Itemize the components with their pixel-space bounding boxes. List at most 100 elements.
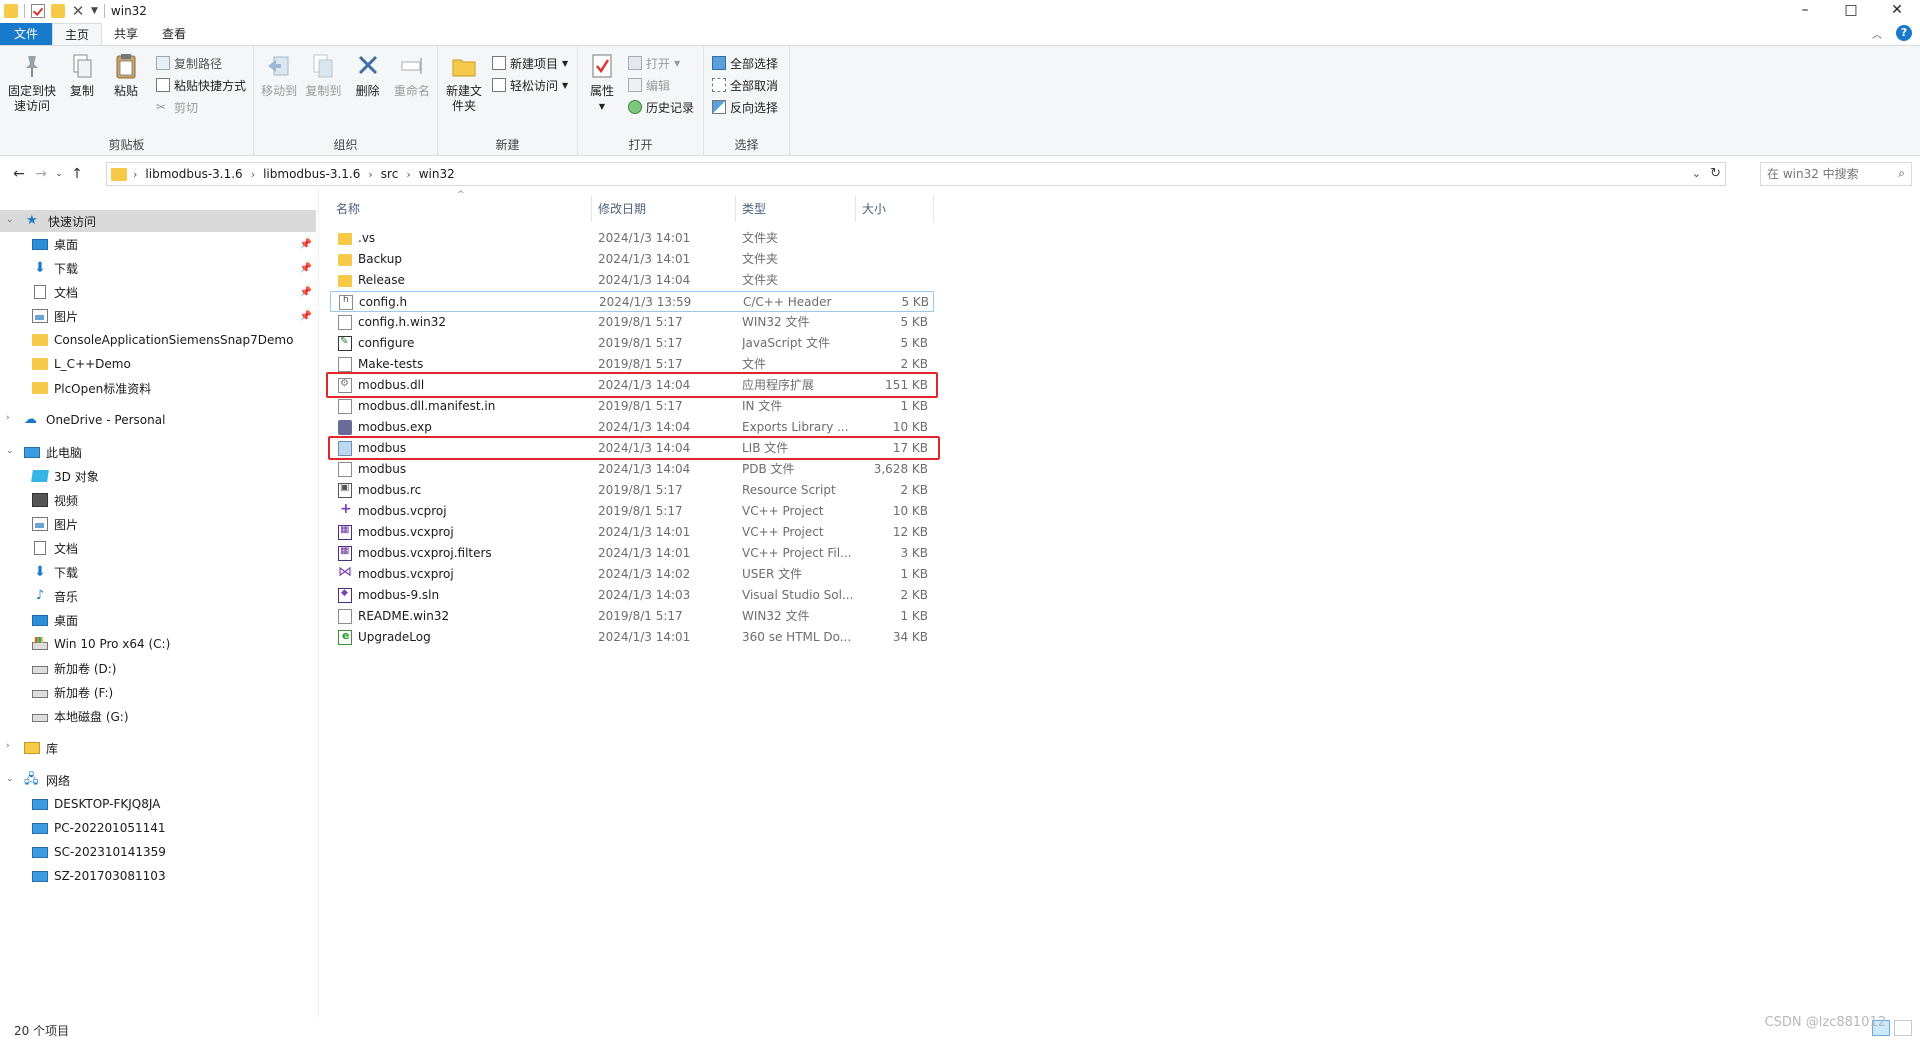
paste-shortcut-button[interactable]: 粘贴快捷方式 [156, 76, 246, 94]
file-row[interactable]: configure 2019/8/1 5:17 JavaScript 文件 5 KB [330, 333, 934, 354]
invert-selection-button[interactable]: 反向选择 [712, 98, 778, 116]
nav-this-pc[interactable]: ⌄ 此电脑 [0, 441, 316, 463]
copy-path-button[interactable]: 复制路径 [156, 54, 246, 72]
nav-item-music[interactable]: ♪ 音乐 [0, 585, 316, 607]
cut-button[interactable]: ✂ 剪切 [156, 98, 246, 116]
file-row[interactable]: .vs 2024/1/3 14:01 文件夹 [330, 228, 934, 249]
file-row[interactable]: modbus.exp 2024/1/3 14:04 Exports Library … [330, 417, 934, 438]
column-header-name[interactable]: 名称 [330, 196, 592, 222]
select-none-button[interactable]: 全部取消 [712, 76, 778, 94]
recent-locations-chevron-icon[interactable]: ⌄ [52, 162, 66, 186]
nav-library[interactable]: › 库 [0, 737, 316, 759]
search-input[interactable] [1767, 167, 1887, 181]
nav-item-desktop[interactable]: 桌面 📌 [0, 233, 316, 255]
nav-item-desktop[interactable]: 桌面 [0, 609, 316, 631]
nav-item-videos[interactable]: 视频 [0, 489, 316, 511]
address-history-chevron-icon[interactable]: ⌄ [1692, 167, 1701, 180]
select-all-button[interactable]: 全部选择 [712, 54, 778, 72]
nav-item-downloads[interactable]: ⬇ 下载 📌 [0, 257, 316, 279]
search-box[interactable]: ⌕ [1760, 162, 1912, 186]
file-row[interactable]: modbus.dll.manifest.in 2019/8/1 5:17 IN 文件… [330, 396, 934, 417]
tab-share[interactable]: 共享 [102, 23, 150, 45]
file-row[interactable]: config.h.win32 2019/8/1 5:17 WIN32 文件 5 KB [330, 312, 934, 333]
breadcrumb-item[interactable]: src [381, 167, 399, 181]
tab-view[interactable]: 查看 [150, 23, 198, 45]
easy-access-button[interactable]: 轻松访问 ▼ [492, 76, 568, 94]
chevron-right-icon[interactable]: › [6, 741, 16, 751]
large-icons-view-icon[interactable] [1894, 1020, 1912, 1036]
nav-item-documents[interactable]: 文档 📌 [0, 281, 316, 303]
open-button[interactable]: 打开 ▼ [628, 54, 694, 72]
nav-item-network-computer[interactable]: SZ-201703081103 [0, 865, 316, 887]
chevron-right-icon[interactable]: › [6, 413, 16, 423]
refresh-icon[interactable]: ↻ [1710, 166, 1721, 181]
edit-button[interactable]: 编辑 [628, 76, 694, 94]
chevron-down-icon[interactable]: ⌄ [6, 446, 16, 456]
chevron-right-icon[interactable]: › [251, 168, 255, 181]
new-item-button[interactable]: 新建项目 ▼ [492, 54, 568, 72]
chevron-down-icon[interactable]: ⌄ [6, 774, 16, 784]
nav-item-network-computer[interactable]: DESKTOP-FKJQ8JA [0, 793, 316, 815]
nav-item-network-computer[interactable]: PC-202201051141 [0, 817, 316, 839]
file-row[interactable]: Make-tests 2019/8/1 5:17 文件 2 KB [330, 354, 934, 375]
file-row[interactable]: modbus 2024/1/3 14:04 PDB 文件 3,628 KB [330, 459, 934, 480]
properties-icon[interactable] [31, 4, 45, 18]
nav-item-pictures[interactable]: 图片 [0, 513, 316, 535]
nav-item-pictures[interactable]: 图片 📌 [0, 305, 316, 327]
nav-item-drive-g[interactable]: 本地磁盘 (G:) [0, 705, 316, 727]
file-row[interactable]: modbus.dll 2024/1/3 14:04 应用程序扩展 151 KB [330, 375, 934, 396]
pane-splitter[interactable] [318, 188, 319, 1018]
file-row[interactable]: modbus.vcproj 2019/8/1 5:17 VC++ Project 10… [330, 501, 934, 522]
file-row[interactable]: config.h 2024/1/3 13:59 C/C++ Header 5 KB [330, 291, 934, 312]
address-bar[interactable]: › libmodbus-3.1.6 › libmodbus-3.1.6 › sr… [106, 162, 1726, 186]
column-header-type[interactable]: 类型 [736, 196, 856, 222]
nav-item-network-computer[interactable]: SC-202310141359 [0, 841, 316, 863]
nav-item-folder[interactable]: L_C++Demo [0, 353, 316, 375]
chevron-right-icon[interactable]: › [406, 168, 410, 181]
collapse-ribbon-icon[interactable]: ︿ [1872, 26, 1882, 41]
file-row[interactable]: modbus 2024/1/3 14:04 LIB 文件 17 KB [330, 438, 934, 459]
file-row[interactable]: UpgradeLog 2024/1/3 14:01 360 se HTML Do..… [330, 627, 934, 648]
delete-icon[interactable]: ✕ [71, 4, 85, 19]
breadcrumb-item[interactable]: libmodbus-3.1.6 [145, 167, 242, 181]
file-row[interactable]: Backup 2024/1/3 14:01 文件夹 [330, 249, 934, 270]
file-row[interactable]: modbus.vcxproj.filters 2024/1/3 14:01 VC++… [330, 543, 934, 564]
nav-quick-access[interactable]: ⌄ ★ 快速访问 [0, 210, 316, 232]
nav-item-drive-f[interactable]: 新加卷 (F:) [0, 681, 316, 703]
chevron-right-icon[interactable]: › [368, 168, 372, 181]
nav-network[interactable]: ⌄ 🖧 网络 [0, 769, 316, 791]
maximize-button[interactable]: □ [1828, 0, 1874, 22]
search-icon[interactable]: ⌕ [1898, 166, 1905, 181]
navigation-pane: ⌄ ★ 快速访问 桌面 📌 ⬇ 下载 📌 文档 📌 图片 📌 ConsoleAp… [0, 208, 318, 1008]
file-row[interactable]: modbus-9.sln 2024/1/3 14:03 Visual Studio … [330, 585, 934, 606]
tab-home[interactable]: 主页 [52, 23, 103, 45]
column-header-date[interactable]: 修改日期 [592, 196, 736, 222]
new-folder-icon[interactable] [51, 4, 65, 18]
nav-item-drive-c[interactable]: Win 10 Pro x64 (C:) [0, 633, 316, 655]
nav-item-documents[interactable]: 文档 [0, 537, 316, 559]
tab-file[interactable]: 文件 [0, 23, 53, 45]
nav-item-folder[interactable]: PlcOpen标准资料 [0, 377, 316, 399]
close-button[interactable]: ✕ [1874, 0, 1920, 22]
file-row[interactable]: modbus.rc 2019/8/1 5:17 Resource Script 2 K… [330, 480, 934, 501]
file-row[interactable]: modbus.vcxproj 2024/1/3 14:01 VC++ Project… [330, 522, 934, 543]
help-icon[interactable]: ? [1896, 25, 1912, 41]
minimize-button[interactable]: – [1782, 0, 1828, 22]
back-button[interactable]: ← [8, 162, 30, 186]
breadcrumb-item[interactable]: win32 [419, 167, 455, 181]
customize-toolbar-chevron-icon[interactable]: ▼ [91, 6, 98, 16]
file-row[interactable]: Release 2024/1/3 14:04 文件夹 [330, 270, 934, 291]
file-row[interactable]: modbus.vcxproj 2024/1/3 14:02 USER 文件 1 KB [330, 564, 934, 585]
column-header-size[interactable]: 大小 [856, 196, 934, 222]
nav-item-3d-objects[interactable]: 3D 对象 [0, 465, 316, 487]
nav-onedrive[interactable]: › ☁ OneDrive - Personal [0, 409, 316, 431]
history-button[interactable]: 历史记录 [628, 98, 694, 116]
up-button[interactable]: ↑ [66, 162, 88, 186]
nav-item-folder[interactable]: ConsoleApplicationSiemensSnap7Demo [0, 329, 316, 351]
forward-button[interactable]: → [30, 162, 52, 186]
chevron-down-icon[interactable]: ⌄ [6, 215, 16, 225]
breadcrumb-item[interactable]: libmodbus-3.1.6 [263, 167, 360, 181]
nav-item-downloads[interactable]: ⬇ 下载 [0, 561, 316, 583]
file-row[interactable]: README.win32 2019/8/1 5:17 WIN32 文件 1 KB [330, 606, 934, 627]
nav-item-drive-d[interactable]: 新加卷 (D:) [0, 657, 316, 679]
